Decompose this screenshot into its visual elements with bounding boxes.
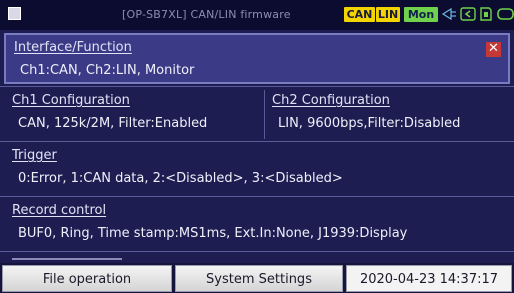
- battery-icon: [497, 6, 514, 26]
- trigger-panel[interactable]: Trigger 0:Error, 1:CAN data, 2:<Disabled…: [4, 143, 510, 194]
- can-badge: CAN: [344, 7, 375, 22]
- title-bar: [OP-SB7XL] CAN/LIN firmware CAN LIN Mon: [0, 0, 514, 30]
- ch2-configuration-panel[interactable]: Ch2 Configuration LIN, 9600bps,Filter:Di…: [264, 88, 510, 139]
- interface-function-value: Ch1:CAN, Ch2:LIN, Monitor: [20, 63, 195, 78]
- record-control-value: BUF0, Ring, Time stamp:MS1ms, Ext.In:Non…: [18, 226, 408, 241]
- bottom-bar: File operation System Settings 2020-04-2…: [0, 263, 514, 293]
- close-icon[interactable]: ✕: [486, 42, 501, 57]
- ch2-configuration-value: LIN, 9600bps,Filter:Disabled: [278, 116, 461, 131]
- trigger-value: 0:Error, 1:CAN data, 2:<Disabled>, 3:<Di…: [18, 171, 343, 186]
- divider: [0, 251, 514, 252]
- memory-card-icon: [479, 6, 493, 26]
- interface-function-heading: Interface/Function: [14, 40, 132, 55]
- ch1-configuration-panel[interactable]: Ch1 Configuration CAN, 125k/2M, Filter:E…: [4, 88, 261, 139]
- datetime-display: 2020-04-23 14:37:17: [346, 265, 512, 292]
- trigger-heading: Trigger: [12, 148, 57, 163]
- app-title: [OP-SB7XL] CAN/LIN firmware: [122, 8, 291, 21]
- ch1-configuration-heading: Ch1 Configuration: [12, 93, 130, 108]
- divider: [0, 196, 514, 197]
- record-control-panel[interactable]: Record control BUF0, Ring, Time stamp:MS…: [4, 198, 510, 249]
- lin-badge: LIN: [376, 7, 400, 22]
- ch2-configuration-heading: Ch2 Configuration: [272, 93, 390, 108]
- interface-function-panel[interactable]: Interface/Function Ch1:CAN, Ch2:LIN, Mon…: [4, 33, 510, 84]
- file-operation-button[interactable]: File operation: [2, 265, 172, 292]
- divider: [0, 141, 514, 142]
- system-settings-button[interactable]: System Settings: [175, 265, 343, 292]
- partial-heading-underline: [12, 258, 122, 260]
- back-arrow-icon[interactable]: [460, 6, 476, 26]
- divider: [0, 86, 514, 87]
- screen: [OP-SB7XL] CAN/LIN firmware CAN LIN Mon: [0, 0, 514, 293]
- record-control-heading: Record control: [12, 203, 107, 218]
- signal-icon: [441, 6, 457, 26]
- next-panel-partial[interactable]: [4, 253, 510, 263]
- monitor-badge: Mon: [404, 7, 438, 22]
- menu-square-icon[interactable]: [8, 7, 21, 20]
- ch1-configuration-value: CAN, 125k/2M, Filter:Enabled: [18, 116, 208, 131]
